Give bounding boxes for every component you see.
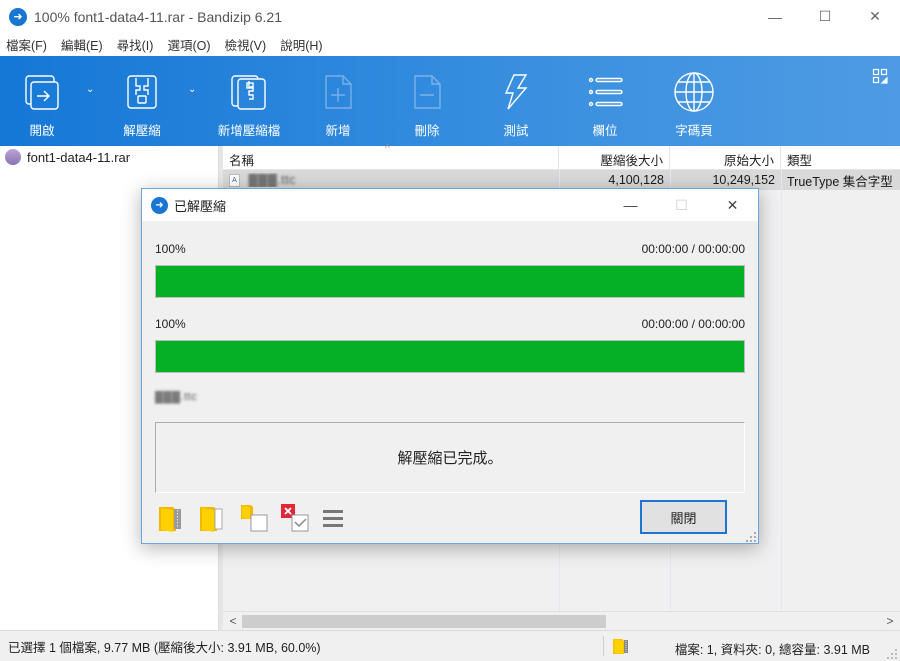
current-file-name: ▓▓▓.ttc (155, 391, 198, 403)
layout-toggle-icon[interactable] (872, 68, 888, 84)
dialog-maximize-button: ☐ (675, 196, 688, 213)
row-name-cell: A ▓▓▓.ttc (223, 172, 559, 188)
resize-grip-icon[interactable] (887, 648, 897, 659)
archive-folder-icon (612, 637, 630, 658)
column-header-type[interactable]: 類型 (781, 146, 900, 169)
file-name: ▓▓▓.ttc (248, 172, 296, 187)
archive-summary: 檔案: 1, 資料夾: 0, 總容量: 3.91 MB (674, 643, 870, 657)
open-archive-folder-icon[interactable] (157, 503, 185, 533)
total-progress-info: 100% 00:00:00 / 00:00:00 (155, 317, 745, 331)
delete-button[interactable]: 刪除 (405, 56, 449, 146)
tree-item-archive[interactable]: font1-data4-11.rar (0, 146, 218, 168)
column-header-packed[interactable]: 壓縮後大小 (559, 146, 670, 169)
delete-label: 刪除 (414, 124, 440, 138)
completion-message-box: 解壓縮已完成。 (155, 422, 745, 493)
column-header-name[interactable]: 名稱 ^ (223, 143, 559, 169)
add-label: 新增 (325, 124, 351, 138)
bandizip-logo-icon: ➜ (9, 7, 27, 26)
delete-archive-icon[interactable] (280, 503, 309, 533)
add-file-icon (316, 70, 360, 114)
column-header-size[interactable]: 原始大小 (670, 146, 781, 169)
copy-to-folder-icon[interactable] (239, 503, 268, 533)
column-name-label: 名稱 (229, 154, 255, 168)
total-progress-bar (155, 340, 745, 373)
add-button[interactable]: 新增 (316, 56, 360, 146)
codepage-button[interactable]: 字碼頁 (672, 56, 716, 146)
file-progress-fill (156, 266, 744, 297)
new-archive-label: 新增壓縮檔 (217, 124, 281, 138)
list-icon (583, 70, 627, 114)
codepage-label: 字碼頁 (675, 124, 713, 138)
status-divider (603, 636, 604, 656)
row-size-cell: 10,249,152 (712, 173, 775, 187)
menu-bar: 檔案(F) 編輯(E) 尋找(I) 選項(O) 檢視(V) 說明(H) (0, 33, 900, 56)
column-divider (781, 170, 782, 612)
test-label: 測試 (503, 124, 529, 138)
dialog-title: 已解壓縮 (174, 198, 227, 214)
table-row[interactable]: A ▓▓▓.ttc 4,100,128 10,249,152 TrueType … (223, 170, 900, 190)
columns-button[interactable]: 欄位 (583, 56, 627, 146)
window-title: 100% font1-data4-11.rar - Bandizip 6.21 (34, 8, 283, 25)
columns-label: 欄位 (592, 124, 618, 138)
new-archive-button[interactable]: 新增壓縮檔 (212, 56, 286, 146)
dialog-minimize-button[interactable]: — (605, 189, 656, 221)
dialog-title-bar: ➜ 已解壓縮 — ☐ ✕ (142, 189, 758, 221)
menu-help[interactable]: 說明(H) (280, 35, 322, 54)
extract-dropdown-icon[interactable]: ⌄ (188, 84, 196, 95)
extract-label: 解壓縮 (123, 124, 161, 138)
test-button[interactable]: 測試 (494, 56, 538, 146)
menu-view[interactable]: 檢視(V) (225, 35, 267, 54)
total-progress-percent: 100% (155, 317, 186, 331)
tree-item-label: font1-data4-11.rar (27, 149, 131, 165)
file-progress-time: 00:00:00 / 00:00:00 (641, 242, 745, 256)
completion-message: 解壓縮已完成。 (397, 450, 503, 467)
delete-file-icon (405, 70, 449, 114)
total-progress-time: 00:00:00 / 00:00:00 (641, 317, 745, 331)
close-window-button[interactable]: ✕ (850, 0, 900, 33)
open-folder-icon[interactable] (198, 503, 226, 533)
menu-find[interactable]: 尋找(I) (117, 35, 154, 54)
scroll-left-button[interactable]: < (225, 613, 241, 629)
total-progress-fill (156, 341, 744, 372)
dialog-close-button[interactable]: ✕ (707, 189, 758, 221)
scroll-right-button[interactable]: > (882, 613, 898, 629)
selection-status: 已選擇 1 個檔案, 9.77 MB (壓縮後大小: 3.91 MB, 60.0… (8, 640, 321, 655)
file-progress-percent: 100% (155, 242, 186, 256)
title-bar: ➜ 100% font1-data4-11.rar - Bandizip 6.2… (0, 0, 900, 33)
font-file-icon: A (229, 174, 240, 188)
dialog-actions (157, 503, 362, 533)
list-header: 名稱 ^ 壓縮後大小 原始大小 類型 (223, 143, 900, 170)
maximize-button[interactable]: ☐ (800, 0, 850, 33)
menu-file[interactable]: 檔案(F) (6, 35, 47, 54)
close-dialog-button[interactable]: 關閉 (640, 500, 727, 534)
new-archive-icon (227, 70, 271, 114)
open-button[interactable]: 開啟 (20, 56, 64, 146)
extract-icon (120, 70, 164, 114)
open-dropdown-icon[interactable]: ⌄ (86, 84, 94, 95)
extract-complete-dialog: ➜ 已解壓縮 — ☐ ✕ 100% 00:00:00 / 00:00:00 10… (141, 188, 759, 544)
lightning-icon (494, 70, 538, 114)
minimize-button[interactable]: — (750, 0, 800, 33)
bandizip-logo-icon: ➜ (151, 196, 168, 214)
extract-button[interactable]: 解壓縮 (120, 56, 164, 146)
scrollbar-thumb[interactable] (242, 615, 606, 628)
sort-ascending-icon: ^ (385, 143, 390, 154)
menu-edit[interactable]: 編輯(E) (61, 35, 103, 54)
toolbar: 開啟 ⌄ 解壓縮 ⌄ 新增壓縮檔 新增 刪除 測試 欄位 字碼頁 (0, 56, 900, 146)
open-label: 開啟 (29, 124, 55, 138)
globe-icon (672, 70, 716, 114)
menu-lines-icon[interactable] (321, 503, 349, 533)
row-type-cell: TrueType 集合字型 (787, 174, 893, 189)
horizontal-scrollbar[interactable]: < > (223, 611, 900, 630)
row-packed-cell: 4,100,128 (608, 173, 664, 187)
status-bar: 已選擇 1 個檔案, 9.77 MB (壓縮後大小: 3.91 MB, 60.0… (0, 630, 900, 661)
dialog-resize-grip-icon[interactable] (746, 531, 756, 542)
menu-options[interactable]: 選項(O) (167, 35, 210, 54)
rar-archive-icon (5, 149, 21, 165)
file-progress-bar (155, 265, 745, 298)
open-icon (20, 70, 64, 114)
file-progress-info: 100% 00:00:00 / 00:00:00 (155, 242, 745, 256)
